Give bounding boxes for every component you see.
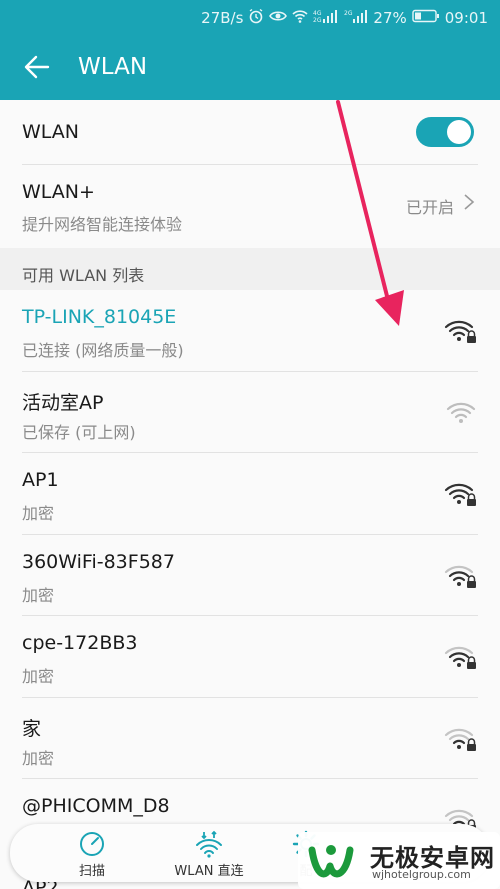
- wifi-locked-icon: [444, 728, 476, 751]
- wlan-plus-subtitle: 提升网络智能连接体验: [22, 215, 183, 234]
- network-name: 活动室AP: [22, 392, 104, 414]
- network-name: 家: [22, 718, 42, 740]
- switch-knob: [447, 120, 471, 144]
- network-status: 已保存 (可上网): [22, 423, 136, 442]
- app-bar: WLAN: [0, 34, 500, 100]
- wifi-locked-icon: [444, 483, 476, 506]
- wlan-plus-row[interactable]: WLAN+ 提升网络智能连接体验 已开启: [0, 165, 500, 248]
- watermark-url: wjhotelgroup.com: [372, 868, 471, 881]
- network-status: 加密: [22, 586, 55, 605]
- network-item[interactable]: cpe-172BB3 加密: [0, 616, 500, 698]
- network-status: 已连接 (网络质量一般): [22, 341, 184, 360]
- wifi-icon: [446, 402, 476, 423]
- wifi-locked-icon: [444, 646, 476, 669]
- network-item[interactable]: AP1 加密: [0, 453, 500, 535]
- page-title: WLAN: [78, 54, 148, 80]
- network-item[interactable]: TP-LINK_81045E 已连接 (网络质量一般): [0, 290, 500, 372]
- wlan-direct-label: WLAN 直连: [174, 864, 244, 879]
- signal-icon: 4G 2G: [313, 9, 339, 27]
- scan-icon: [80, 832, 104, 856]
- network-name: TP-LINK_81045E: [22, 306, 177, 328]
- chevron-right-icon: [464, 194, 475, 210]
- scan-button[interactable]: 扫描: [64, 830, 120, 879]
- eye-comfort-icon: [269, 9, 288, 27]
- section-header: 可用 WLAN 列表: [0, 248, 500, 290]
- network-name: @PHICOMM_D8: [22, 795, 170, 817]
- alarm-icon: [248, 8, 264, 28]
- svg-text:2G: 2G: [313, 17, 322, 23]
- section-header-label: 可用 WLAN 列表: [22, 266, 145, 285]
- back-arrow-icon: [24, 55, 50, 79]
- wifi-status-icon: [292, 9, 308, 27]
- battery-icon: [412, 9, 440, 27]
- battery-percent: 27%: [373, 9, 407, 27]
- wlan-toggle-label: WLAN: [22, 121, 80, 143]
- network-item[interactable]: 活动室AP 已保存 (可上网): [0, 372, 500, 453]
- wlan-plus-title: WLAN+: [22, 181, 95, 203]
- wlan-plus-value: 已开启: [405, 198, 454, 217]
- svg-text:4G: 4G: [313, 10, 322, 17]
- back-button[interactable]: [22, 52, 52, 82]
- status-bar: 27B/s 4G 2G 2G 27% 09:01: [0, 0, 500, 34]
- network-name: AP1: [22, 469, 59, 491]
- wlan-switch[interactable]: [416, 117, 474, 147]
- network-name: cpe-172BB3: [22, 632, 138, 654]
- network-status: 加密: [22, 667, 55, 686]
- signal-icon-2: 2G: [344, 9, 368, 27]
- network-item[interactable]: 360WiFi-83F587 加密: [0, 535, 500, 616]
- scan-label: 扫描: [78, 864, 105, 879]
- watermark: 无极安卓网 wjhotelgroup.com: [298, 832, 500, 889]
- network-speed: 27B/s: [201, 9, 244, 27]
- network-status: 加密: [22, 749, 55, 768]
- wifi-locked-icon: [444, 565, 476, 588]
- network-status: 加密: [22, 504, 55, 523]
- wlan-direct-icon: [196, 830, 222, 858]
- network-item[interactable]: 家 加密: [0, 698, 500, 779]
- wifi-locked-icon: [444, 320, 476, 343]
- svg-text:2G: 2G: [344, 10, 353, 17]
- clock: 09:01: [444, 9, 488, 27]
- watermark-logo-icon: [308, 845, 354, 878]
- wlan-direct-button[interactable]: WLAN 直连: [154, 830, 264, 879]
- network-name: 360WiFi-83F587: [22, 551, 175, 573]
- wlan-toggle-row[interactable]: WLAN: [0, 100, 500, 165]
